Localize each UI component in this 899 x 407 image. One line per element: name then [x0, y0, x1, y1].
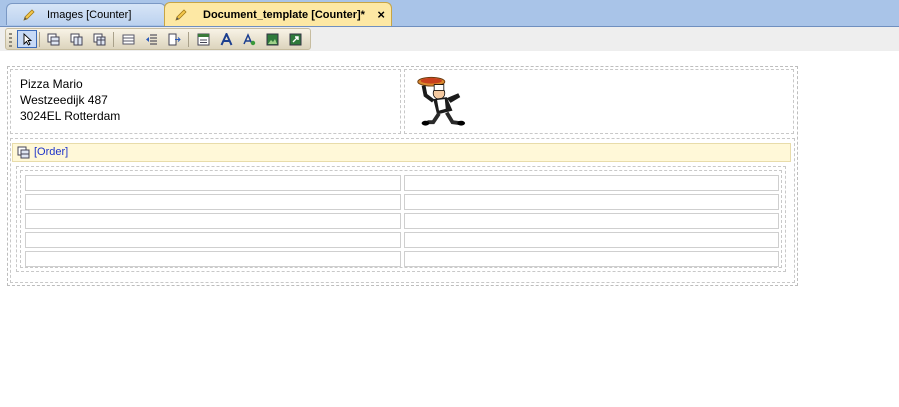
address-block: Pizza Mario Westzeedijk 487 3024EL Rotte… [20, 76, 120, 124]
toolbar-separator [113, 32, 114, 47]
pencil-icon [23, 8, 35, 21]
table-cell[interactable] [404, 232, 779, 248]
logo-cell[interactable] [404, 69, 794, 134]
text-button[interactable] [216, 30, 236, 48]
postal-city: 3024EL Rotterdam [20, 109, 121, 123]
indent-right-button[interactable] [164, 30, 184, 48]
insert-row-button[interactable] [66, 30, 86, 48]
toolbar-group [5, 28, 311, 50]
pointer-icon [23, 32, 32, 46]
image-link-button[interactable] [285, 30, 305, 48]
tab-label: Document_template [Counter]* [203, 8, 365, 21]
grid-icon [122, 34, 134, 44]
grid-button[interactable] [118, 30, 138, 48]
address-cell[interactable]: Pizza Mario Westzeedijk 487 3024EL Rotte… [10, 69, 401, 134]
pencil-icon [175, 8, 187, 21]
order-group-label[interactable]: [Order] [34, 146, 68, 158]
field-button[interactable] [193, 30, 213, 48]
pizza-chef-icon [417, 76, 466, 126]
tab-document-template[interactable]: Document_template [Counter]* × [164, 2, 392, 26]
insert-column-icon [93, 33, 105, 45]
table-cell[interactable] [404, 213, 779, 229]
indent-right-icon [168, 33, 181, 45]
image-link-icon [289, 33, 301, 45]
toolbar-separator [188, 32, 189, 47]
repeat-group-icon [17, 146, 30, 159]
insert-row-icon [70, 33, 82, 45]
pointer-tool-button[interactable] [17, 30, 37, 48]
text-style-button[interactable] [239, 30, 259, 48]
text-style-icon [242, 32, 255, 45]
company-name: Pizza Mario [20, 77, 83, 91]
tab-label: Images [Counter] [47, 8, 132, 21]
field-icon [197, 33, 209, 45]
table-cell[interactable] [25, 232, 401, 248]
insert-table-icon [47, 33, 59, 45]
table-cell[interactable] [25, 251, 401, 267]
toolbar-grip[interactable] [9, 33, 12, 47]
insert-column-button[interactable] [89, 30, 109, 48]
document-tab-strip: Images [Counter] Document_template [Coun… [0, 0, 899, 27]
image-button[interactable] [262, 30, 282, 48]
toolbar [0, 27, 899, 51]
table-cell[interactable] [404, 175, 779, 191]
table-cell[interactable] [25, 175, 401, 191]
image-icon [266, 33, 278, 45]
tab-images-counter[interactable]: Images [Counter] [6, 3, 166, 25]
order-group-header[interactable]: [Order] [12, 143, 791, 162]
table-cell[interactable] [25, 194, 401, 210]
text-icon [220, 32, 232, 45]
indent-left-icon [145, 34, 157, 44]
table-cell[interactable] [25, 213, 401, 229]
toolbar-separator [39, 32, 40, 47]
street-address: Westzeedijk 487 [20, 93, 108, 107]
close-icon[interactable]: × [377, 7, 385, 22]
insert-table-button[interactable] [43, 30, 63, 48]
table-cell[interactable] [404, 251, 779, 267]
table-cell[interactable] [404, 194, 779, 210]
indent-left-button[interactable] [141, 30, 161, 48]
